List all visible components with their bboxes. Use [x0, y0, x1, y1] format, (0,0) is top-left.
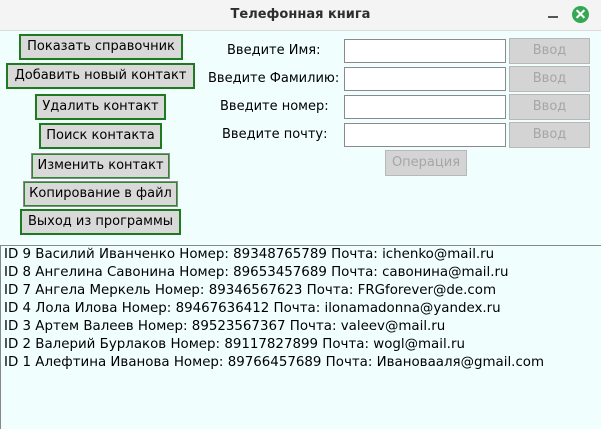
enter-phone-button[interactable]: Ввод: [509, 94, 590, 120]
enter-email-button[interactable]: Ввод: [509, 122, 590, 148]
title-bar: Телефонная книга: [0, 0, 601, 31]
contacts-list[interactable]: ID 9 Василий Иванченко Номер: 8934876578…: [0, 245, 601, 429]
last-name-input[interactable]: [344, 67, 506, 91]
phone-input[interactable]: [344, 95, 506, 119]
enter-first-name-button[interactable]: Ввод: [509, 38, 590, 64]
window-title: Телефонная книга: [230, 7, 371, 22]
phone-label: Введите номер:: [220, 99, 329, 114]
list-item[interactable]: ID 7 Ангела Меркель Номер: 89346567623 П…: [1, 282, 601, 300]
list-item[interactable]: ID 1 Алефтина Иванова Номер: 89766457689…: [1, 354, 601, 372]
email-label: Введите почту:: [222, 127, 328, 142]
show-directory-button[interactable]: Показать справочник: [19, 34, 183, 60]
list-item[interactable]: ID 8 Ангелина Савонина Номер: 8965345768…: [1, 264, 601, 282]
operation-button[interactable]: Операция: [385, 150, 467, 176]
exit-button[interactable]: Выход из программы: [20, 209, 181, 235]
list-item[interactable]: ID 4 Лола Илова Номер: 89467636412 Почта…: [1, 300, 601, 318]
add-contact-button[interactable]: Добавить новый контакт: [6, 63, 195, 89]
copy-to-file-button[interactable]: Копирование в файл: [23, 181, 178, 207]
close-icon[interactable]: [572, 6, 589, 23]
minimize-icon[interactable]: [545, 6, 561, 22]
list-item[interactable]: ID 9 Василий Иванченко Номер: 8934876578…: [1, 246, 601, 264]
search-contact-button[interactable]: Поиск контакта: [39, 123, 162, 149]
delete-contact-button[interactable]: Удалить контакт: [35, 94, 166, 120]
first-name-input[interactable]: [344, 39, 506, 63]
phonebook-window: Телефонная книга Показать справочник Доб…: [0, 0, 601, 429]
list-item[interactable]: ID 3 Артем Валеев Номер: 89523567367 Поч…: [1, 318, 601, 336]
enter-last-name-button[interactable]: Ввод: [509, 66, 590, 92]
edit-contact-button[interactable]: Изменить контакт: [31, 153, 170, 179]
last-name-label: Введите Фамилию:: [208, 71, 340, 86]
first-name-label: Введите Имя:: [227, 43, 321, 58]
email-input[interactable]: [344, 123, 506, 147]
list-item[interactable]: ID 2 Валерий Бурлаков Номер: 89117827899…: [1, 336, 601, 354]
